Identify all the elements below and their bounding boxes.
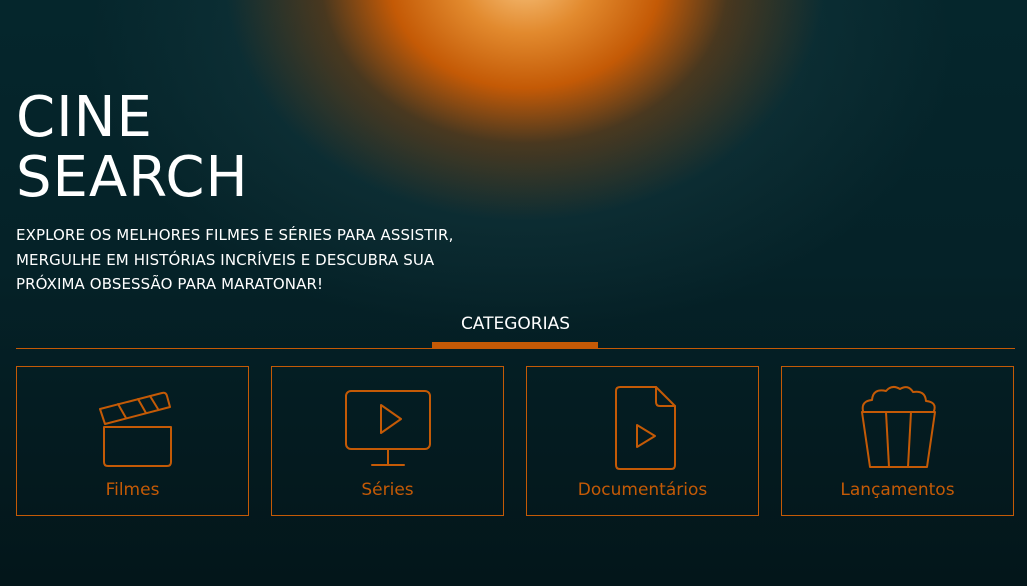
hero-title: CINE SEARCH	[16, 88, 249, 208]
video-file-icon	[598, 383, 688, 473]
categories-heading: CATEGORIAS	[460, 314, 571, 334]
tv-play-icon	[343, 383, 433, 473]
category-cards: Filmes Séries Documentários Lançamentos	[16, 366, 1015, 518]
category-label: Documentários	[577, 480, 708, 500]
hero-subtitle: EXPLORE OS MELHORES FILMES E SÉRIES PARA…	[16, 226, 454, 293]
popcorn-icon	[853, 383, 943, 473]
categories-header: CATEGORIAS	[16, 312, 1015, 349]
categories-heading-underline	[432, 342, 598, 349]
hero-title-line-2: SEARCH	[16, 145, 249, 210]
category-label: Séries	[361, 480, 414, 500]
category-label: Filmes	[105, 480, 160, 500]
category-label: Lançamentos	[840, 480, 955, 500]
hero-title-line-1: CINE	[16, 85, 153, 150]
clapperboard-icon	[88, 383, 178, 473]
category-card-filmes[interactable]: Filmes	[16, 366, 249, 516]
category-card-series[interactable]: Séries	[271, 366, 504, 516]
category-card-documentarios[interactable]: Documentários	[526, 366, 759, 516]
category-card-lancamentos[interactable]: Lançamentos	[781, 366, 1014, 516]
